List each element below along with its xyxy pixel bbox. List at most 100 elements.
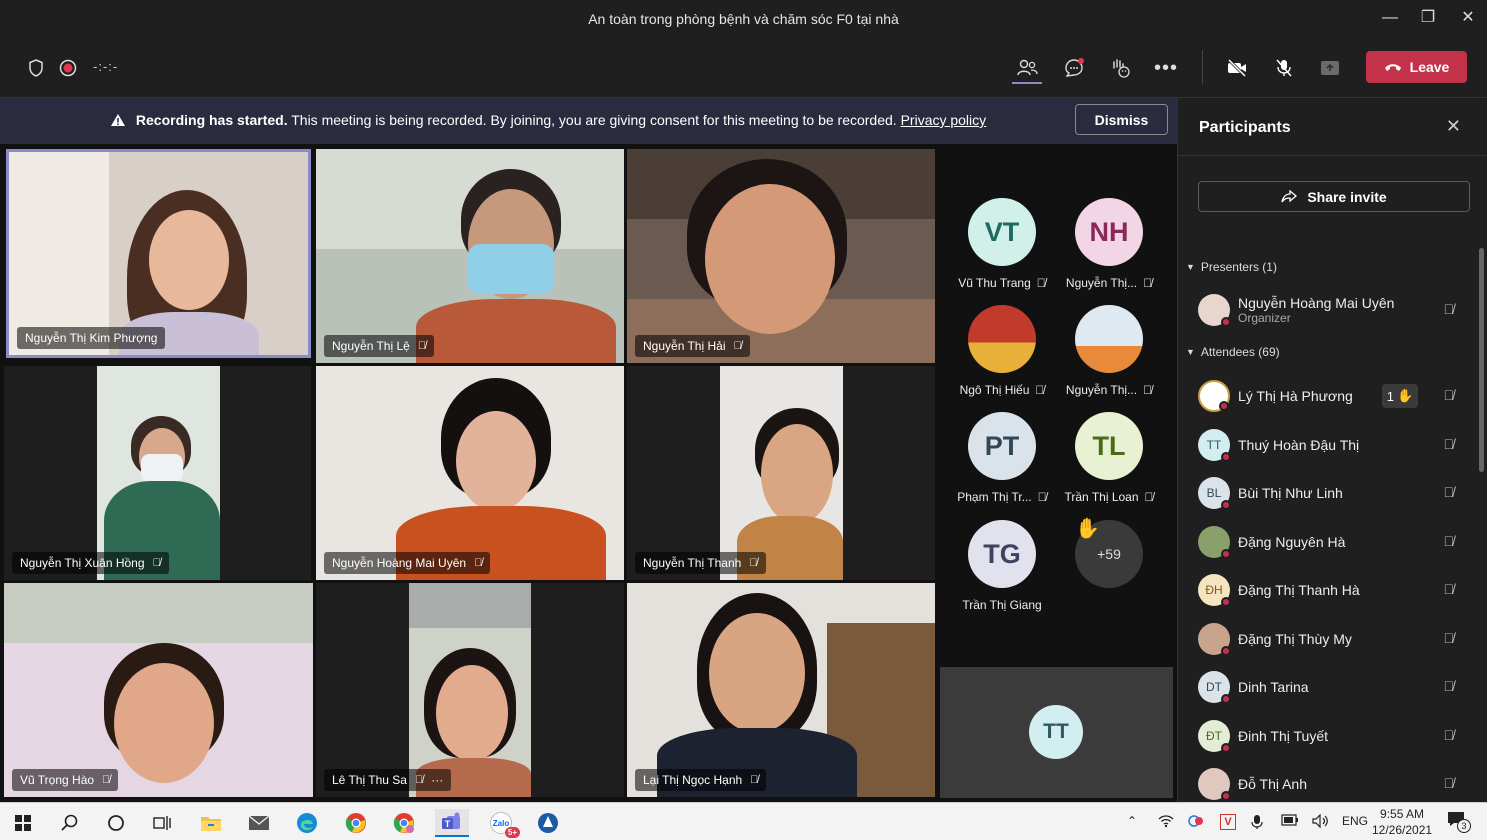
avatar-tile[interactable]: VT Vũ Thu Trang 🎙̸	[947, 198, 1057, 290]
mic-off-icon: 🎙̸	[1443, 581, 1455, 597]
people-icon[interactable]	[1012, 54, 1042, 84]
avatar: TG	[968, 520, 1036, 588]
volume-icon[interactable]	[1312, 813, 1330, 831]
reactions-icon[interactable]	[1105, 54, 1135, 82]
title-bar: An toàn trong phòng bệnh và chăm sóc F0 …	[0, 0, 1487, 38]
video-tile[interactable]: Nguyễn Thị Lệ 🎙̸	[316, 149, 624, 363]
presenters-section-toggle[interactable]: ▼ Presenters (1)	[1186, 260, 1277, 274]
participant-row[interactable]: Lý Thị Hà Phương 1 ✋ 🎙̸	[1198, 374, 1458, 418]
shield-icon[interactable]	[21, 54, 51, 82]
presenters-label: Presenters (1)	[1200, 260, 1277, 274]
mic-off-icon: 🎙̸	[749, 557, 758, 569]
mic-off-icon: 🎙̸	[1035, 383, 1045, 397]
status-dot	[1221, 549, 1231, 559]
windows-start-icon[interactable]	[6, 809, 40, 837]
chevron-down-icon: ▼	[1186, 347, 1195, 357]
video-tile[interactable]: Nguyễn Thị Hải 🎙̸	[627, 149, 935, 363]
participant-name: Nguyễn Thị Xuân Hồng	[20, 556, 145, 570]
mic-off-icon[interactable]	[1269, 54, 1299, 82]
warning-icon	[110, 112, 136, 128]
cortana-icon[interactable]	[99, 809, 133, 837]
participant-row[interactable]: Nguyễn Hoàng Mai Uyên Organizer 🎙̸	[1198, 288, 1458, 332]
zalo-icon[interactable]: Zalo 5+	[484, 809, 520, 838]
participant-name: Lê Thị Thu Sa	[332, 773, 407, 787]
participant-row[interactable]: Đặng Thị Thùy My 🎙̸	[1198, 617, 1458, 661]
leave-button[interactable]: Leave	[1366, 51, 1467, 83]
mic-off-icon: 🎙̸	[102, 774, 111, 786]
app-icon[interactable]	[531, 809, 565, 837]
leave-label: Leave	[1409, 59, 1450, 75]
avatar-tile[interactable]: Nguyễn Thị... 🎙̸	[1054, 305, 1164, 397]
avatar-initials: BL	[1206, 486, 1222, 500]
participant-row[interactable]: BL Bùi Thị Như Linh 🎙̸	[1198, 471, 1458, 515]
toolbar-divider	[1202, 50, 1203, 84]
video-tile[interactable]: Nguyễn Thị Kim Phượng	[6, 149, 311, 358]
chat-icon[interactable]	[1059, 54, 1089, 82]
tray-app-icon[interactable]	[1188, 814, 1204, 831]
meeting-toolbar: -:-:- ••• Leave	[0, 38, 1487, 98]
chrome-icon[interactable]	[339, 809, 373, 837]
chevron-up-icon[interactable]: ⌃	[1127, 814, 1137, 828]
participant-name-tag: Lại Thị Ngọc Hạnh 🎙̸	[635, 769, 767, 791]
mail-icon[interactable]	[242, 809, 276, 837]
notification-center-icon[interactable]: 3	[1446, 810, 1471, 833]
participant-row[interactable]: Đặng Nguyên Hà 🎙̸	[1198, 520, 1458, 564]
panel-scrollbar[interactable]	[1479, 248, 1484, 472]
participant-name: Nguyễn Hoàng Mai Uyên	[1238, 295, 1395, 311]
file-explorer-icon[interactable]	[194, 809, 228, 837]
share-invite-button[interactable]: Share invite	[1198, 181, 1470, 212]
more-options-icon[interactable]: ···	[431, 769, 443, 791]
video-tile[interactable]: Nguyễn Thị Thanh 🎙̸	[627, 366, 935, 580]
attendees-section-toggle[interactable]: ▼ Attendees (69)	[1186, 345, 1280, 359]
minimize-button[interactable]: —	[1375, 6, 1405, 30]
camera-off-icon[interactable]	[1222, 54, 1252, 82]
mic-off-icon: 🎙̸	[1443, 484, 1455, 500]
privacy-policy-link[interactable]: Privacy policy	[901, 112, 987, 128]
video-tile[interactable]: Nguyễn Thị Xuân Hồng 🎙̸	[4, 366, 311, 580]
panel-title: Participants	[1199, 119, 1291, 136]
video-tile[interactable]: Lê Thị Thu Sa 🎙̸ ···	[316, 583, 624, 797]
participant-row[interactable]: DT Dinh Tarina 🎙̸	[1198, 665, 1458, 709]
participant-row[interactable]: TT Thuý Hoàn Đậu Thị 🎙̸	[1198, 423, 1458, 467]
mic-off-icon: 🎙̸	[1443, 301, 1455, 317]
avatar: TT	[1198, 429, 1231, 462]
teams-icon[interactable]: T	[435, 809, 469, 837]
avatar-tile[interactable]: PT Phạm Thị Tr... 🎙̸	[947, 412, 1057, 504]
microphone-icon[interactable]	[1251, 814, 1263, 833]
participant-name: Đặng Thị Thanh Hà	[1238, 582, 1360, 598]
avatar-tile[interactable]: NH Nguyễn Thị... 🎙̸	[1054, 198, 1164, 290]
avatar	[1198, 526, 1231, 559]
share-tray-icon[interactable]	[1315, 54, 1345, 82]
mic-off-icon: 🎙̸	[1443, 727, 1455, 743]
task-view-icon[interactable]	[145, 809, 179, 837]
close-window-button[interactable]: ✕	[1453, 6, 1483, 30]
wifi-icon[interactable]	[1158, 814, 1174, 831]
self-preview-tile[interactable]: TT	[940, 667, 1173, 798]
maximize-button[interactable]: ❐	[1413, 6, 1443, 30]
video-tile[interactable]: Nguyễn Hoàng Mai Uyên 🎙̸	[316, 366, 624, 580]
status-dot	[1221, 452, 1231, 462]
vivaldi-icon[interactable]: V	[1220, 814, 1236, 830]
avatar-tile[interactable]: TL Trần Thị Loan 🎙̸	[1054, 412, 1164, 504]
status-dot	[1221, 597, 1231, 607]
chrome-profile-icon[interactable]	[387, 809, 421, 837]
system-clock[interactable]: 9:55 AM 12/26/2021	[1372, 806, 1432, 838]
participant-row[interactable]: ĐH Đặng Thị Thanh Hà 🎙̸	[1198, 568, 1458, 612]
video-tile[interactable]: Vũ Trọng Hào 🎙̸	[4, 583, 313, 797]
more-icon[interactable]: •••	[1151, 54, 1181, 82]
battery-icon[interactable]	[1281, 814, 1299, 829]
search-icon[interactable]	[53, 809, 87, 837]
avatar	[1198, 294, 1231, 327]
participant-row[interactable]: ĐT Đinh Thị Tuyết 🎙̸	[1198, 714, 1458, 758]
avatar-tile[interactable]: Ngô Thị Hiếu 🎙̸	[947, 305, 1057, 397]
more-participants-tile[interactable]: +59 ✋	[1054, 518, 1164, 588]
participant-role: Organizer	[1238, 311, 1291, 325]
edge-icon[interactable]	[290, 809, 324, 837]
language-indicator[interactable]: ENG	[1342, 814, 1368, 828]
avatar-initials: ĐH	[1205, 583, 1223, 597]
close-icon[interactable]: ✕	[1446, 116, 1461, 137]
participant-row[interactable]: Đỗ Thị Anh 🎙̸	[1198, 762, 1458, 806]
avatar-tile[interactable]: TG Trần Thị Giang	[947, 520, 1057, 612]
video-tile[interactable]: Lại Thị Ngọc Hạnh 🎙̸	[627, 583, 935, 797]
dismiss-button[interactable]: Dismiss	[1075, 104, 1168, 135]
